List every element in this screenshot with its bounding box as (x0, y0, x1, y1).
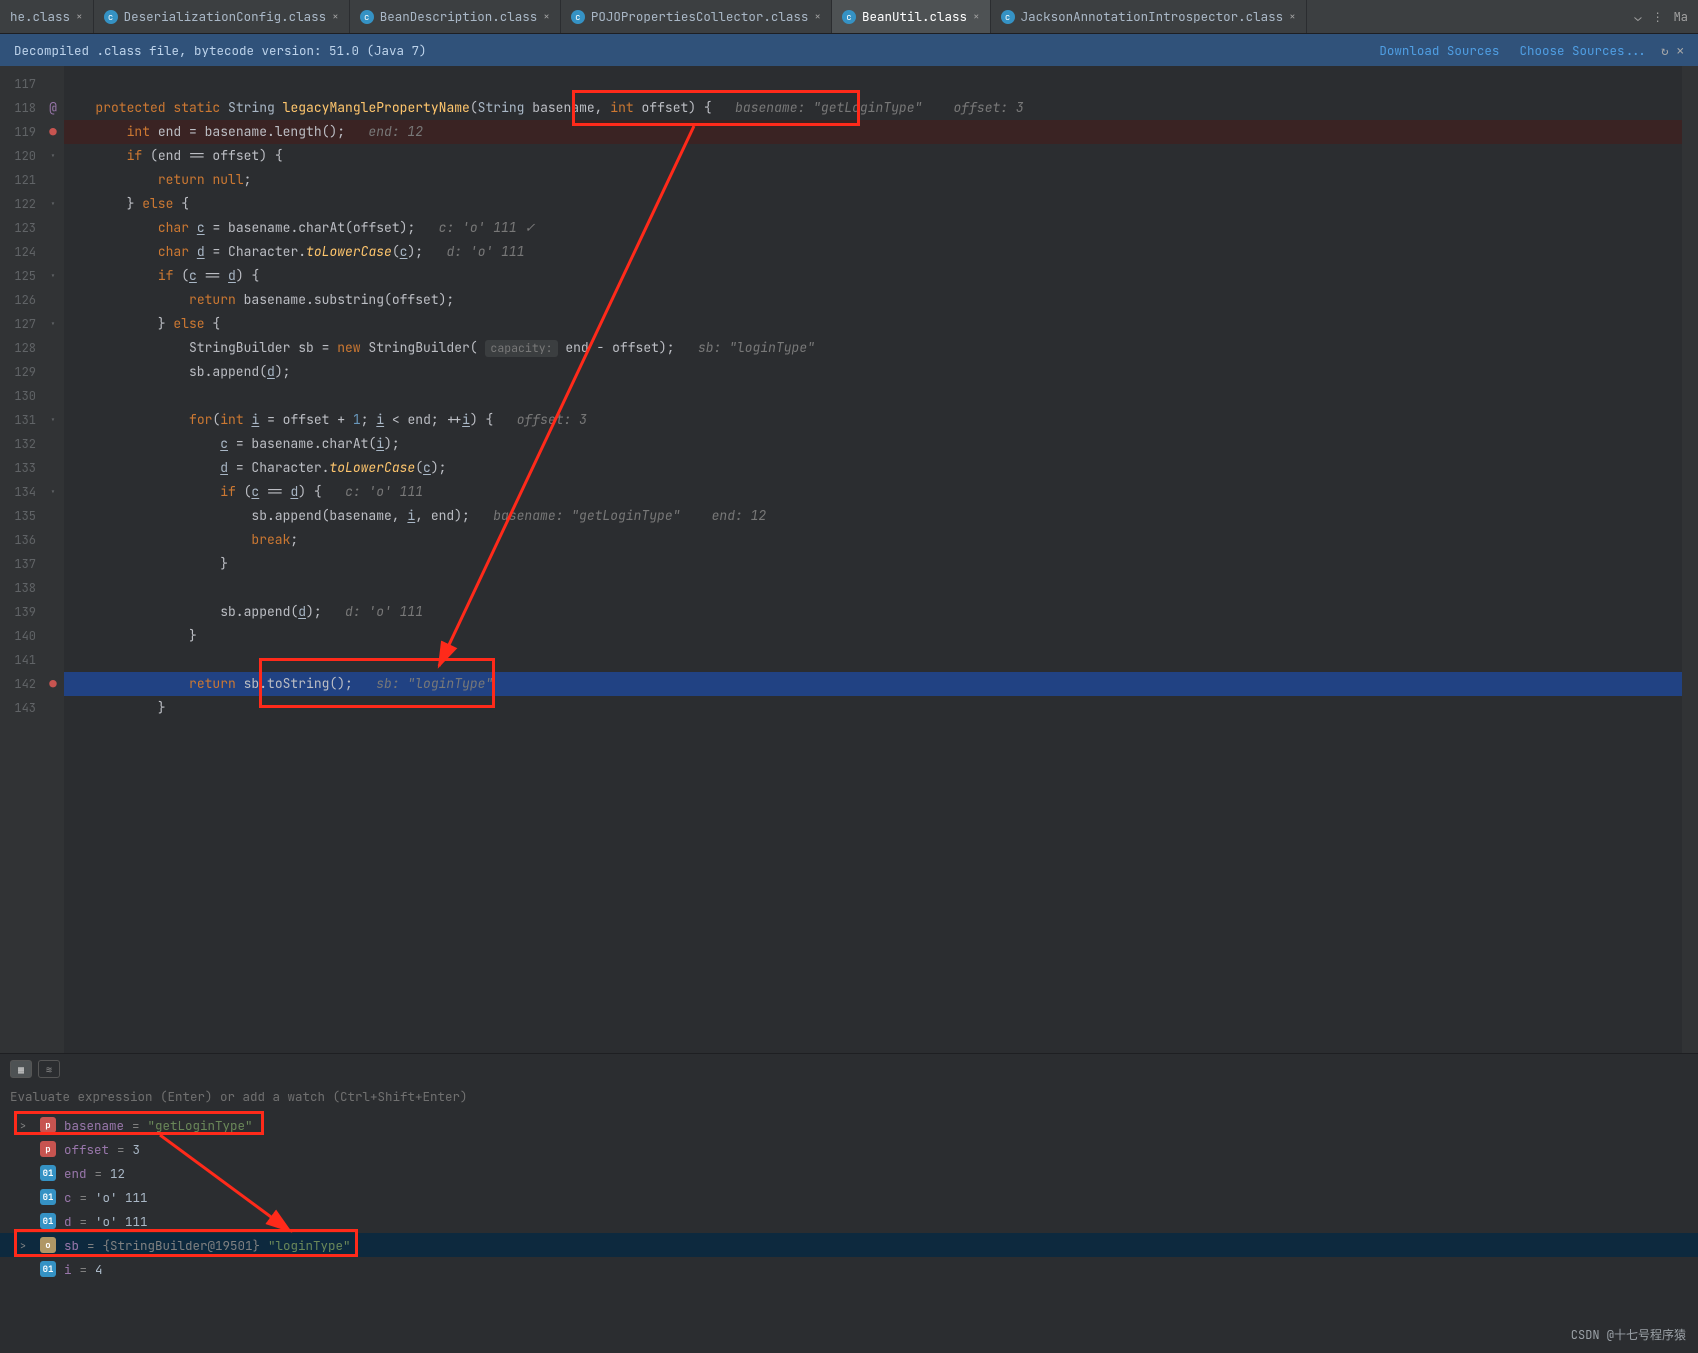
code-line[interactable]: } (64, 624, 1682, 648)
code-line[interactable]: } else { (64, 192, 1682, 216)
close-icon[interactable]: × (973, 10, 980, 24)
right-gutter[interactable] (1682, 66, 1698, 1053)
code-line[interactable]: } (64, 696, 1682, 720)
tabbar-actions: ⌄ ⋮ Ma (1624, 9, 1698, 25)
code-line[interactable]: return sb.toString(); sb: "loginType" (64, 672, 1682, 696)
tab-label: BeanUtil.class (862, 8, 967, 25)
code-line[interactable]: char d = Character.toLowerCase(c); d: 'o… (64, 240, 1682, 264)
class-icon: c (571, 10, 585, 24)
code-line[interactable]: char c = basename.charAt(offset); c: 'o'… (64, 216, 1682, 240)
tab-beanutil[interactable]: c BeanUtil.class × (832, 0, 991, 33)
class-icon: c (1001, 10, 1015, 24)
sync-icon[interactable]: ↻ (1661, 42, 1669, 59)
code-line[interactable] (64, 72, 1682, 96)
class-icon: c (360, 10, 374, 24)
tab-deser[interactable]: c DeserializationConfig.class × (94, 0, 350, 33)
tab-pojo[interactable]: c POJOPropertiesCollector.class × (561, 0, 832, 33)
code-line[interactable]: break; (64, 528, 1682, 552)
code-line[interactable]: StringBuilder sb = new StringBuilder( ca… (64, 336, 1682, 360)
code-line[interactable]: if (c == d) { c: 'o' 111 (64, 480, 1682, 504)
close-icon[interactable]: × (76, 10, 83, 24)
variable-row[interactable]: >pbasename = "getLoginType" (0, 1113, 1698, 1137)
tab-label: JacksonAnnotationIntrospector.class (1021, 8, 1284, 25)
maven-label[interactable]: Ma (1674, 9, 1688, 25)
code-line[interactable]: } else { (64, 312, 1682, 336)
close-banner-icon[interactable]: ✕ (1676, 42, 1684, 59)
decompiled-banner: Decompiled .class file, bytecode version… (0, 34, 1698, 66)
variable-row[interactable]: 01d = 'o' 111 (0, 1209, 1698, 1233)
code-line[interactable]: } (64, 552, 1682, 576)
code-line[interactable]: sb.append(basename, i, end); basename: "… (64, 504, 1682, 528)
code-line[interactable]: if (end == offset) { (64, 144, 1682, 168)
code-area[interactable]: protected static String legacyMangleProp… (64, 66, 1682, 1053)
code-line[interactable] (64, 576, 1682, 600)
close-icon[interactable]: × (332, 10, 339, 24)
variable-row[interactable]: poffset = 3 (0, 1137, 1698, 1161)
tab-label: POJOPropertiesCollector.class (591, 8, 809, 25)
code-line[interactable]: for(int i = offset + 1; i < end; ++i) { … (64, 408, 1682, 432)
tab-beandesc[interactable]: c BeanDescription.class × (350, 0, 561, 33)
code-line[interactable]: sb.append(d); d: 'o' 111 (64, 600, 1682, 624)
line-gutter: 1171181191201211221231241251261271281291… (0, 66, 42, 1053)
tab-he[interactable]: he.class × (0, 0, 94, 33)
class-icon: c (842, 10, 856, 24)
close-icon[interactable]: × (814, 10, 821, 24)
more-icon[interactable]: ⋮ (1652, 9, 1664, 25)
download-sources-link[interactable]: Download Sources (1379, 42, 1499, 59)
code-line[interactable]: c = basename.charAt(i); (64, 432, 1682, 456)
marker-gutter (42, 66, 64, 1053)
watch-input[interactable]: Evaluate expression (Enter) or add a wat… (10, 1088, 1688, 1105)
debug-toolbar: ▦ ≋ (0, 1054, 1698, 1084)
editor-tabbar: he.class × c DeserializationConfig.class… (0, 0, 1698, 34)
code-line[interactable]: return basename.substring(offset); (64, 288, 1682, 312)
code-line[interactable]: if (c == d) { (64, 264, 1682, 288)
variables-tree: >pbasename = "getLoginType"poffset = 301… (0, 1111, 1698, 1353)
code-line[interactable]: return null; (64, 168, 1682, 192)
code-line[interactable]: d = Character.toLowerCase(c); (64, 456, 1682, 480)
tab-label: he.class (10, 8, 70, 25)
variable-row[interactable]: >osb = {StringBuilder@19501} "loginType" (0, 1233, 1698, 1257)
watches-tab-icon[interactable]: ≋ (38, 1060, 60, 1078)
tab-label: BeanDescription.class (380, 8, 538, 25)
code-line[interactable] (64, 648, 1682, 672)
tab-label: DeserializationConfig.class (124, 8, 327, 25)
close-icon[interactable]: × (543, 10, 550, 24)
class-icon: c (104, 10, 118, 24)
code-line[interactable]: protected static String legacyMangleProp… (64, 96, 1682, 120)
code-line[interactable] (64, 384, 1682, 408)
debug-panel: ▦ ≋ Evaluate expression (Enter) or add a… (0, 1053, 1698, 1353)
choose-sources-link[interactable]: Choose Sources... (1519, 42, 1647, 59)
close-icon[interactable]: × (1289, 10, 1296, 24)
code-line[interactable]: int end = basename.length(); end: 12 (64, 120, 1682, 144)
banner-msg: Decompiled .class file, bytecode version… (14, 42, 427, 59)
watermark: CSDN @十七号程序猿 (1571, 1326, 1686, 1343)
tab-jackson[interactable]: c JacksonAnnotationIntrospector.class × (991, 0, 1307, 33)
code-line[interactable]: sb.append(d); (64, 360, 1682, 384)
variable-row[interactable]: 01end = 12 (0, 1161, 1698, 1185)
variables-tab-icon[interactable]: ▦ (10, 1060, 32, 1078)
variable-row[interactable]: 01c = 'o' 111 (0, 1185, 1698, 1209)
chevron-down-icon[interactable]: ⌄ (1634, 9, 1641, 25)
editor: 1171181191201211221231241251261271281291… (0, 66, 1698, 1053)
variable-row[interactable]: 01i = 4 (0, 1257, 1698, 1281)
